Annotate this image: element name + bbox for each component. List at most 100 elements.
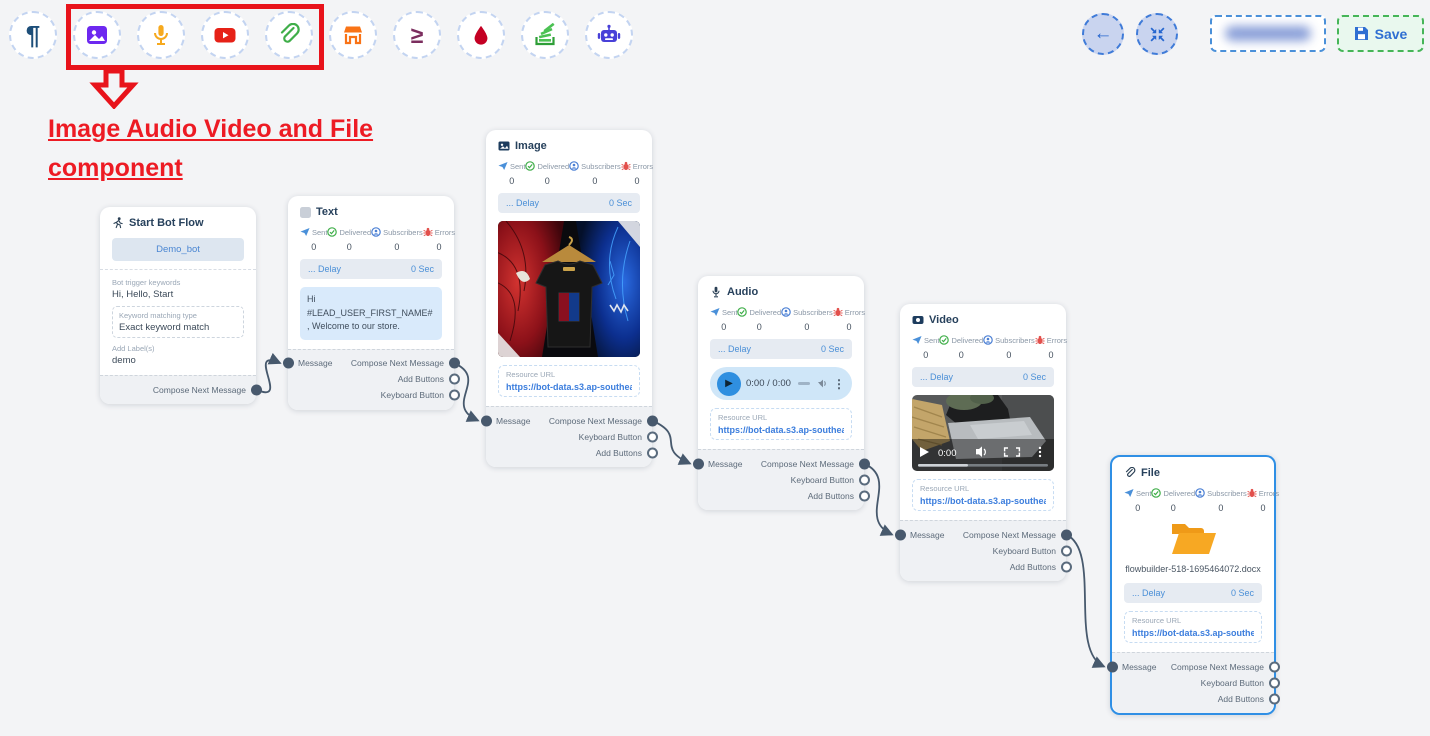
stat-errors: Errors 0 (833, 307, 865, 332)
stat-delivered: Delivered 0 (525, 161, 569, 186)
output-port-compose[interactable] (251, 384, 262, 395)
stat-delivered: Delivered 0 (1151, 488, 1195, 513)
node-image[interactable]: Image Sent 0 Delivered 0 Subscribers 0 E… (486, 130, 652, 467)
stat-delivered: Delivered 0 (939, 335, 983, 360)
toolbar-image-component[interactable] (73, 11, 121, 59)
output-port-compose[interactable] (647, 415, 658, 426)
input-port-message[interactable] (283, 358, 294, 369)
port-label-add-buttons: Add Buttons (1218, 694, 1264, 704)
errors-icon (1035, 335, 1045, 345)
image-preview-tshirt[interactable] (498, 221, 640, 357)
resource-url-link[interactable]: https://bot-data.s3.ap-southeast-1.wasab… (718, 425, 844, 435)
resource-url-link[interactable]: https://bot-data.s3.ap-southeast-1.wasab… (506, 382, 632, 392)
folder-icon[interactable] (1169, 520, 1217, 558)
kebab-menu-icon[interactable]: ⋮ (833, 377, 845, 391)
port-label-add-buttons: Add Buttons (398, 374, 444, 384)
output-port-keyboard[interactable] (1269, 677, 1280, 688)
audio-player[interactable]: ▶ 0:00 / 0:00 ⋮ (710, 367, 852, 400)
toolbar-text-component[interactable]: ¶ (9, 11, 57, 59)
stat-subscribers: Subscribers 0 (371, 227, 423, 252)
play-button[interactable]: ▶ (717, 372, 741, 396)
port-label-compose: Compose Next Message (351, 358, 444, 368)
trigger-keywords-value[interactable]: Hi, Hello, Start (112, 289, 244, 300)
video-icon (912, 314, 924, 326)
message-preview[interactable]: Hi #LEAD_USER_FIRST_NAME# , Welcome to o… (300, 287, 442, 340)
compress-icon (1149, 26, 1166, 43)
delay-bar[interactable]: ... Delay 0 Sec (912, 367, 1054, 387)
input-port-message[interactable] (693, 458, 704, 469)
divider (100, 269, 256, 270)
node-text[interactable]: Text Sent 0 Delivered 0 Subscribers 0 Er… (288, 196, 454, 410)
save-button[interactable]: Save (1337, 15, 1424, 52)
port-label-message: Message (910, 530, 945, 540)
output-port-add-buttons[interactable] (449, 374, 460, 385)
trigger-keywords-label: Bot trigger keywords (112, 278, 244, 287)
delay-bar[interactable]: ... Delay 0 Sec (1124, 583, 1262, 603)
output-port-compose[interactable] (1269, 661, 1280, 672)
keyword-matching-box[interactable]: Keyword matching type Exact keyword matc… (112, 306, 244, 338)
audio-progress[interactable] (798, 382, 810, 385)
node-file[interactable]: File Sent 0 Delivered 0 Subscribers 0 Er… (1110, 455, 1276, 715)
matching-type-label: Keyword matching type (119, 311, 237, 320)
delay-label: ... Delay (506, 198, 539, 208)
output-port-compose[interactable] (859, 458, 870, 469)
video-preview-player[interactable]: 0:00 (912, 395, 1054, 471)
resource-url-link[interactable]: https://bot-data.s3.ap-southeast-1.wasab… (920, 496, 1046, 506)
output-port-add-buttons[interactable] (859, 490, 870, 501)
toolbar-bot-component[interactable] (585, 11, 633, 59)
subscribers-icon (781, 307, 791, 317)
add-labels-value[interactable]: demo (112, 355, 244, 366)
delay-bar[interactable]: ... Delay 0 Sec (300, 259, 442, 279)
output-port-add-buttons[interactable] (647, 447, 658, 458)
pilcrow-icon: ¶ (26, 22, 40, 48)
delay-label: ... Delay (1132, 588, 1165, 598)
paperclip-icon (277, 23, 301, 47)
stat-delivered: Delivered 0 (737, 307, 781, 332)
delay-value: 0 Sec (1231, 588, 1254, 598)
input-port-message[interactable] (481, 415, 492, 426)
toolbar-file-component[interactable] (265, 11, 313, 59)
volume-icon[interactable] (817, 378, 828, 389)
toolbar-drip-component[interactable] (457, 11, 505, 59)
output-port-compose[interactable] (449, 358, 460, 369)
stat-errors: Errors 0 (1247, 488, 1279, 513)
obscured-button[interactable] (1210, 15, 1326, 52)
delay-bar[interactable]: ... Delay 0 Sec (498, 193, 640, 213)
output-port-add-buttons[interactable] (1061, 561, 1072, 572)
microphone-icon (149, 23, 173, 47)
output-port-keyboard[interactable] (449, 390, 460, 401)
bot-name-button[interactable]: Demo_bot (112, 238, 244, 261)
node-video[interactable]: Video Sent 0 Delivered 0 Subscribers 0 E… (900, 304, 1066, 581)
video-time: 0:00 (938, 448, 957, 459)
back-button[interactable]: ← (1082, 13, 1124, 55)
node-start-bot-flow[interactable]: Start Bot Flow Demo_bot Bot trigger keyw… (100, 207, 256, 404)
resource-url-box: Resource URL https://bot-data.s3.ap-sout… (1124, 611, 1262, 643)
stat-subscribers: Subscribers 0 (983, 335, 1035, 360)
output-port-keyboard[interactable] (647, 431, 658, 442)
output-port-keyboard[interactable] (1061, 545, 1072, 556)
toolbar-condition-component[interactable]: ≥ (393, 11, 441, 59)
node-title-label: File (1141, 467, 1160, 479)
output-port-add-buttons[interactable] (1269, 693, 1280, 704)
toolbar-video-component[interactable] (201, 11, 249, 59)
input-port-message[interactable] (1107, 661, 1118, 672)
toolbar-audio-component[interactable] (137, 11, 185, 59)
fit-view-button[interactable] (1136, 13, 1178, 55)
output-port-keyboard[interactable] (859, 474, 870, 485)
input-port-message[interactable] (895, 529, 906, 540)
resource-url-label: Resource URL (718, 413, 844, 422)
toolbar-sequence-component[interactable] (521, 11, 569, 59)
delay-value: 0 Sec (1023, 372, 1046, 382)
delay-bar[interactable]: ... Delay 0 Sec (710, 339, 852, 359)
save-floppy-icon (1354, 26, 1369, 41)
toolbar-ecommerce-component[interactable] (329, 11, 377, 59)
blurred-label (1225, 26, 1311, 41)
port-label-keyboard: Keyboard Button (791, 475, 854, 485)
stat-errors: Errors 0 (621, 161, 653, 186)
image-icon (85, 23, 109, 47)
node-audio[interactable]: Audio Sent 0 Delivered 0 Subscribers 0 E… (698, 276, 864, 510)
store-icon (341, 23, 365, 47)
delivered-icon (737, 307, 747, 317)
output-port-compose[interactable] (1061, 529, 1072, 540)
resource-url-link[interactable]: https://bot-data.s3.ap-southeast-1.wasab… (1132, 628, 1254, 638)
